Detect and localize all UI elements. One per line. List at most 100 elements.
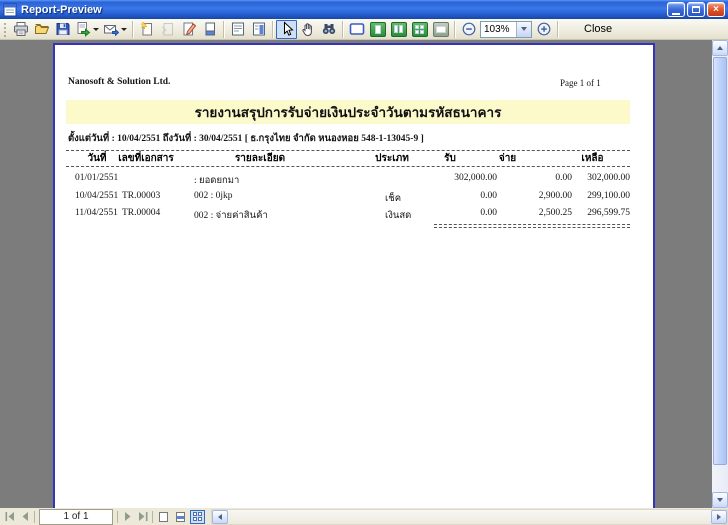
arrow-right-icon — [717, 513, 721, 520]
two-pages-icon — [390, 21, 407, 37]
hand-tool-icon — [301, 23, 312, 37]
report-style-button[interactable] — [227, 20, 248, 39]
multiple-pages-button[interactable] — [409, 20, 430, 39]
add-page-button[interactable] — [136, 20, 157, 39]
close-window-button[interactable]: × — [707, 2, 725, 17]
two-pages-button[interactable] — [388, 20, 409, 39]
fit-window-button[interactable] — [346, 20, 367, 39]
save-icon — [56, 23, 69, 35]
edit-page-button[interactable] — [178, 20, 199, 39]
copy-page-button[interactable] — [199, 20, 220, 39]
page-width-button[interactable] — [430, 20, 451, 39]
table-row: 11/04/2551 TR.00004 002 : จ่ายค่าสินค้า … — [55, 208, 653, 221]
multi-page-view-button[interactable] — [190, 509, 205, 524]
table-header-rule — [66, 166, 630, 167]
vertical-scrollbar[interactable] — [712, 40, 728, 508]
open-folder-icon — [34, 24, 49, 34]
zoom-out-button[interactable] — [458, 20, 479, 39]
column-header-docno: เลขที่เอกสาร — [118, 153, 174, 164]
cell-docno: TR.00004 — [122, 208, 161, 218]
column-header-detail: รายละเอียด — [234, 153, 286, 164]
single-page-view-button[interactable] — [156, 510, 171, 524]
horizontal-scrollbar[interactable] — [211, 508, 728, 525]
multi-page-view-icon — [193, 512, 202, 521]
next-page-button[interactable] — [120, 510, 135, 524]
chevron-down-icon — [521, 27, 527, 31]
find-icon — [322, 24, 335, 34]
statusbar-separator — [34, 510, 35, 523]
print-button[interactable] — [10, 20, 31, 39]
last-page-button[interactable] — [135, 510, 150, 524]
cell-balance: 302,000.00 — [587, 173, 630, 183]
toolbar-separator — [454, 20, 455, 38]
report-columns-button[interactable] — [248, 20, 269, 39]
delete-page-button[interactable] — [157, 20, 178, 39]
restore-button[interactable] — [687, 2, 705, 17]
vertical-scrollbar-thumb[interactable] — [713, 57, 727, 465]
column-header-balance: เหลือ — [581, 153, 604, 164]
fit-page-view-button[interactable] — [173, 510, 188, 524]
report-date-range: ตั้งแต่วันที่ : 10/04/2551 ถึงวันที่ : 3… — [68, 134, 424, 144]
zoom-out-icon — [462, 22, 475, 36]
report-title: รายงานสรุปการรับจ่ายเงินประจำวันตามรหัสธ… — [194, 105, 502, 120]
app-icon — [3, 3, 17, 17]
column-header-type: ประเภท — [375, 153, 409, 164]
zoom-dropdown-button[interactable] — [516, 21, 531, 37]
report-preview-window: Report-Preview × 103% Close Nanosoft & S… — [0, 0, 728, 525]
titlebar: Report-Preview × — [0, 0, 728, 19]
zoom-level-select[interactable]: 103% — [480, 20, 532, 38]
fit-window-icon — [349, 23, 364, 35]
preview-area: Nanosoft & Solution Ltd. Page 1 of 1 ราย… — [0, 40, 728, 508]
scroll-down-button[interactable] — [712, 492, 728, 508]
scroll-right-button[interactable] — [711, 509, 727, 524]
export-button[interactable] — [73, 20, 101, 39]
fit-page-view-icon — [176, 511, 185, 522]
close-preview-button[interactable]: Close — [569, 20, 627, 38]
report-page-label: Page 1 of 1 — [560, 78, 601, 88]
previous-page-button[interactable] — [17, 510, 32, 524]
page-indicator: 1 of 1 — [39, 508, 113, 525]
export-icon — [77, 22, 91, 37]
cell-balance: 296,599.75 — [587, 208, 630, 218]
open-button[interactable] — [31, 20, 52, 39]
first-page-button[interactable] — [2, 510, 17, 524]
send-button[interactable] — [101, 20, 129, 39]
multiple-pages-icon — [411, 21, 428, 37]
arrow-up-icon — [717, 46, 723, 50]
save-button[interactable] — [52, 20, 73, 39]
minimize-button[interactable] — [667, 2, 685, 17]
copy-page-icon — [205, 22, 215, 36]
zoom-in-button[interactable] — [533, 20, 554, 39]
cell-detail: : ยอดยกมา — [194, 176, 240, 186]
hand-tool-button[interactable] — [297, 20, 318, 39]
select-tool-button[interactable] — [276, 19, 297, 39]
column-header-receive: รับ — [444, 153, 456, 164]
toolbar-separator — [272, 20, 273, 38]
arrow-down-icon — [717, 498, 723, 502]
export-dropdown-icon — [93, 27, 99, 31]
scroll-left-button[interactable] — [212, 509, 228, 524]
find-button[interactable] — [318, 20, 339, 39]
toolbar-grip[interactable] — [3, 21, 7, 37]
cell-date: 01/01/2551 — [75, 173, 119, 183]
scroll-up-button[interactable] — [712, 40, 728, 56]
zoom-level-value: 103% — [484, 23, 510, 35]
report-page: Nanosoft & Solution Ltd. Page 1 of 1 ราย… — [53, 43, 655, 508]
first-page-icon — [5, 512, 14, 521]
toolbar: 103% Close — [0, 19, 728, 40]
toolbar-separator — [557, 20, 558, 38]
statusbar-separator — [152, 510, 153, 523]
delete-page-icon — [161, 23, 173, 36]
statusbar-separator — [117, 510, 118, 523]
whole-page-button[interactable] — [367, 20, 388, 39]
send-dropdown-icon — [121, 27, 127, 31]
previous-page-icon — [22, 512, 28, 521]
report-title-band: รายงานสรุปการรับจ่ายเงินประจำวันตามรหัสธ… — [66, 100, 630, 124]
send-mail-icon — [104, 25, 119, 37]
minimize-icon — [672, 12, 680, 15]
edit-page-icon — [183, 22, 196, 36]
statusbar: 1 of 1 — [0, 508, 728, 525]
zoom-in-icon — [537, 22, 550, 36]
print-icon — [13, 22, 28, 36]
select-cursor-icon — [283, 21, 294, 36]
